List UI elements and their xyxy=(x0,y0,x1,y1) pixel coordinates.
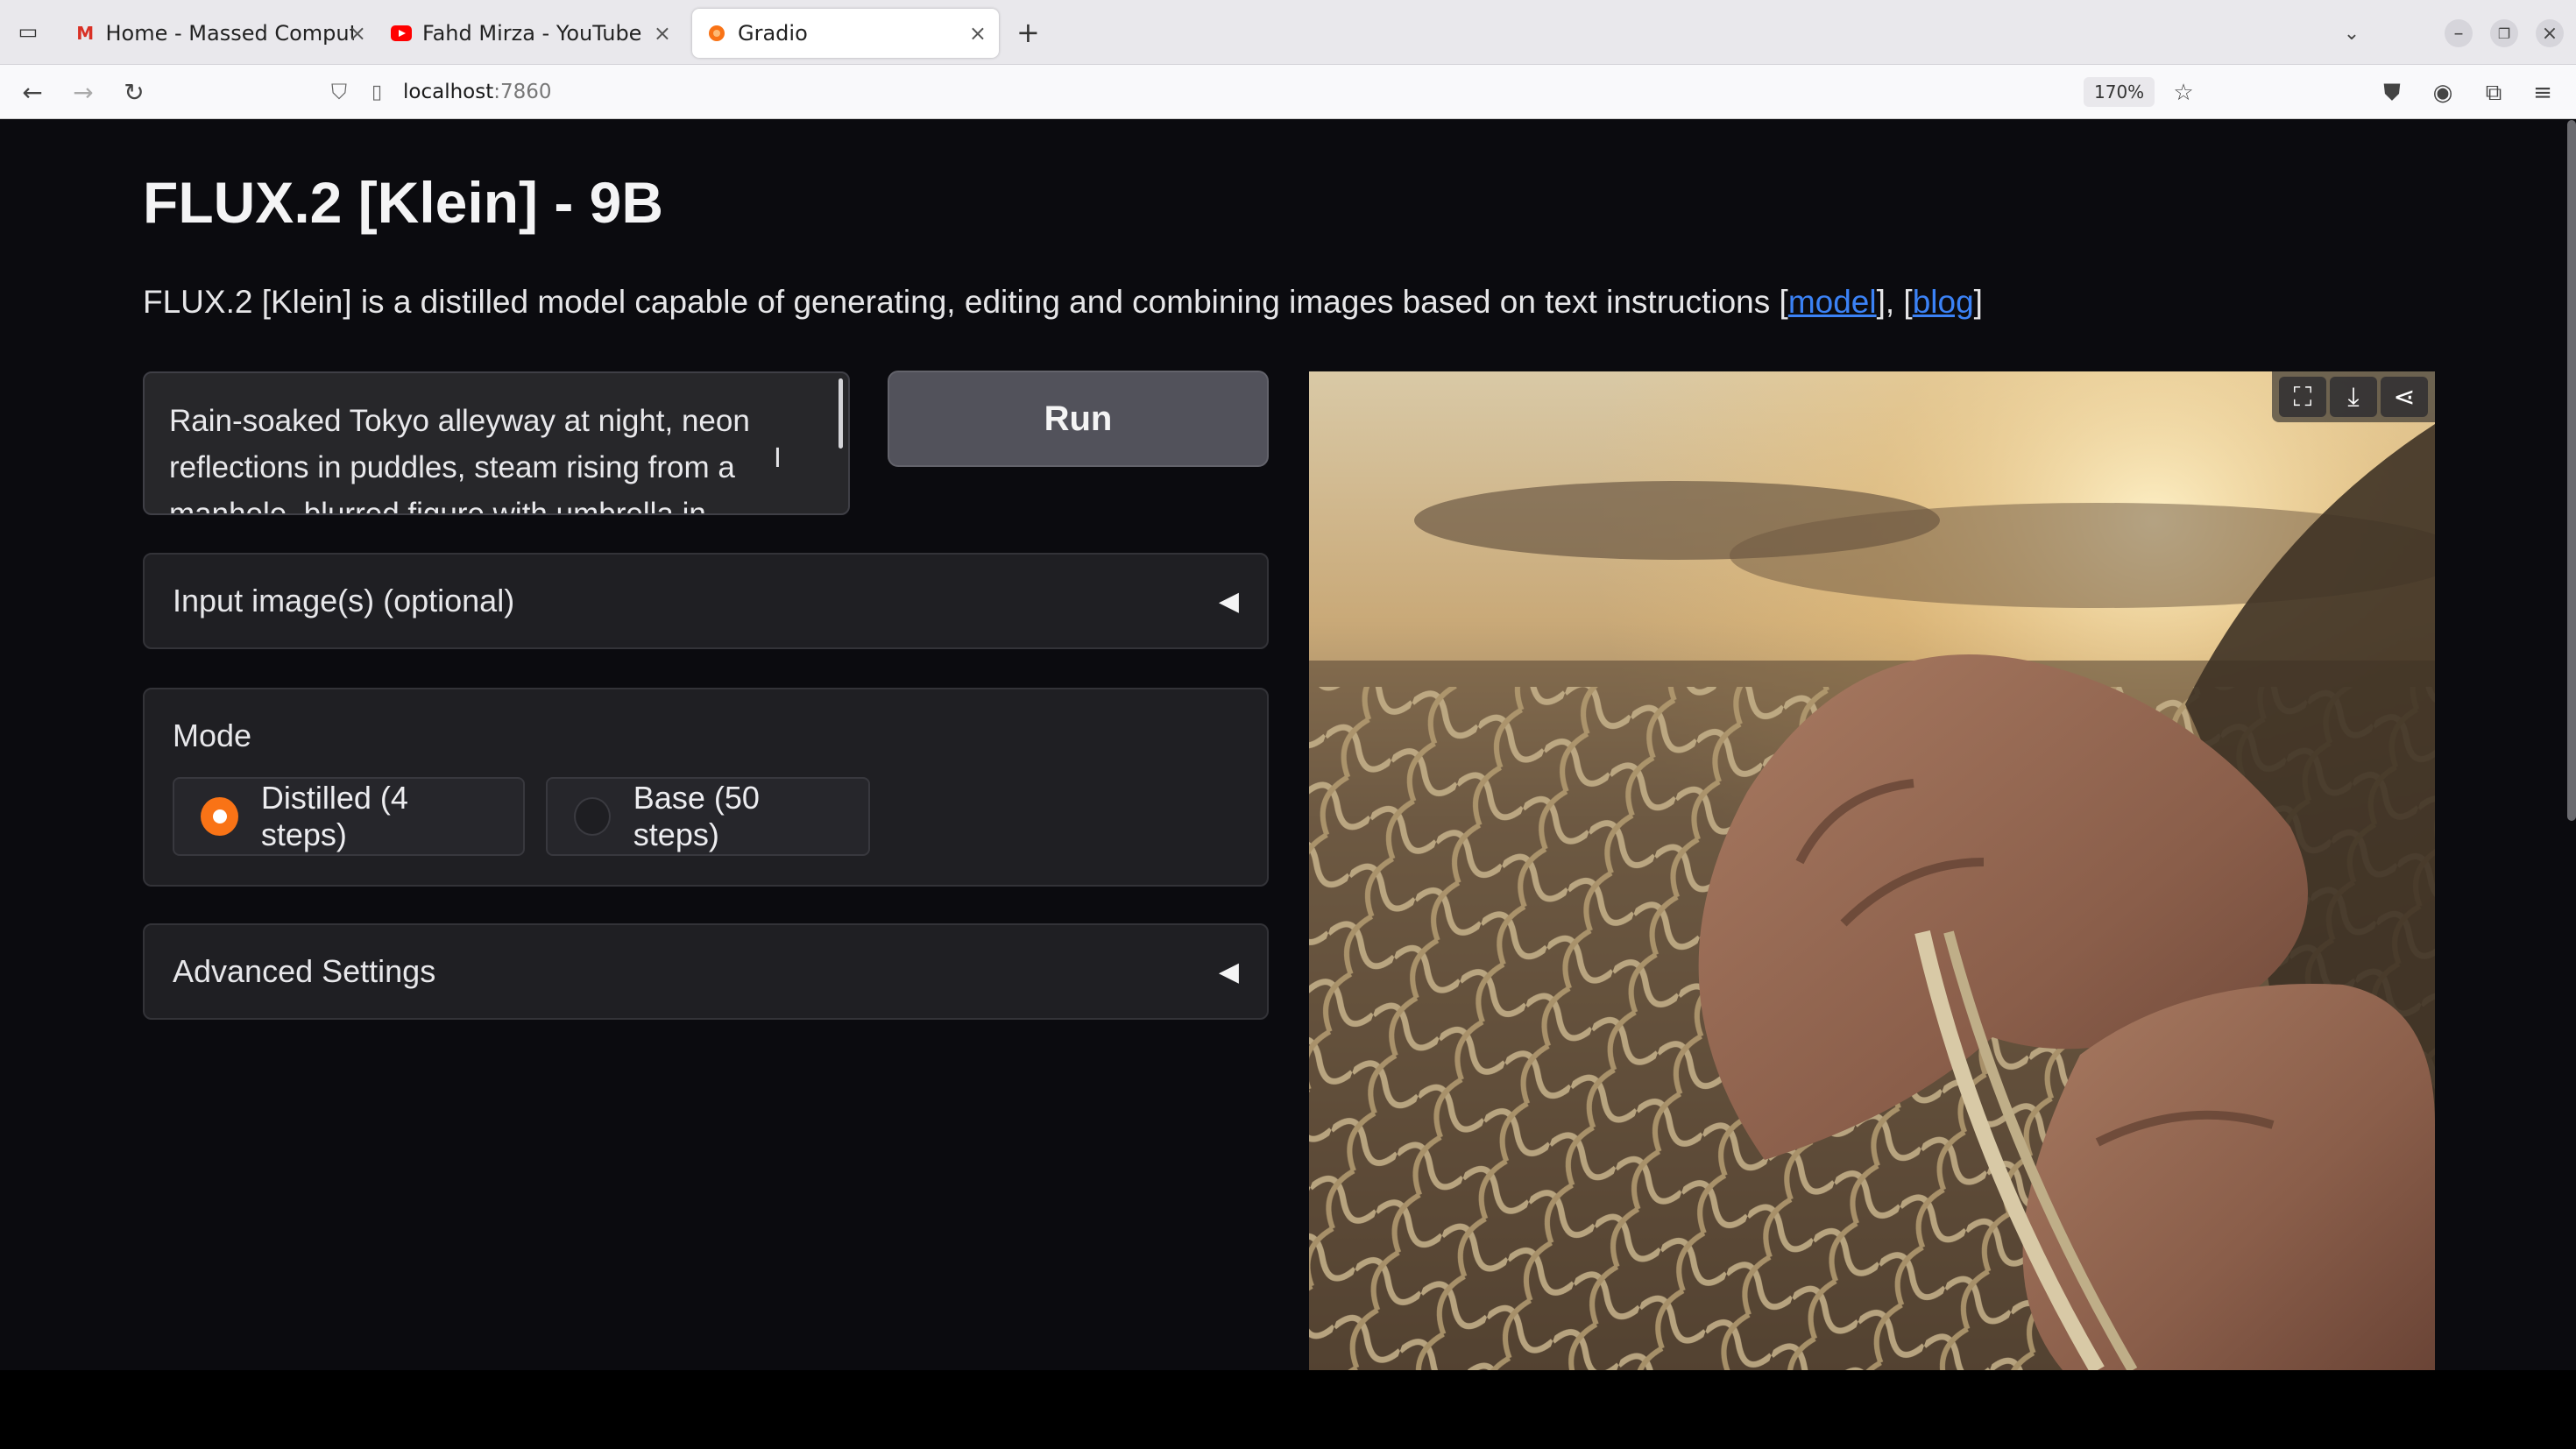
minimize-icon[interactable]: – xyxy=(2445,19,2473,47)
accordion-label: Advanced Settings xyxy=(173,953,436,989)
share-icon[interactable]: ⋖ xyxy=(2381,377,2428,417)
letterbox-bar xyxy=(0,1370,2576,1449)
accordion-label: Input image(s) (optional) xyxy=(173,583,515,618)
output-image[interactable]: ⛶ ⤓ ⋖ xyxy=(1309,371,2435,1370)
youtube-icon xyxy=(391,23,412,44)
bookmark-star-icon[interactable]: ☆ xyxy=(2168,77,2199,109)
radio-selected-icon xyxy=(201,797,238,836)
page-description: FLUX.2 [Klein] is a distilled model capa… xyxy=(143,284,1983,321)
fullscreen-icon[interactable]: ⛶ xyxy=(2279,377,2326,417)
prompt-textarea[interactable]: Rain-soaked Tokyo alleyway at night, neo… xyxy=(143,371,850,515)
text-cursor-icon: I xyxy=(774,443,782,474)
forward-icon[interactable]: → xyxy=(67,75,100,109)
close-icon[interactable]: × xyxy=(654,21,671,46)
browser-window: ▭ M Home - Massed Compute × Fahd Mirza -… xyxy=(0,0,2576,1370)
mode-option-base[interactable]: Base (50 steps) xyxy=(546,777,870,856)
run-button[interactable]: Run xyxy=(888,371,1269,467)
page-info-icon[interactable]: ▯ xyxy=(372,81,382,103)
mode-label: Mode xyxy=(173,717,252,753)
collapse-arrow-icon: ◀ xyxy=(1218,957,1239,986)
tab-gradio[interactable]: Gradio × xyxy=(692,9,999,58)
image-toolbar: ⛶ ⤓ ⋖ xyxy=(2272,371,2435,422)
url-bar[interactable]: ⛉ ▯ localhost:7860 xyxy=(324,72,2182,112)
tab-title: Home - Massed Compute xyxy=(105,21,355,46)
back-icon[interactable]: ← xyxy=(16,75,49,109)
description-text: FLUX.2 [Klein] is a distilled model capa… xyxy=(143,284,1788,320)
input-images-accordion[interactable]: Input image(s) (optional) ◀ xyxy=(143,553,1269,649)
prompt-scrollbar[interactable] xyxy=(839,378,843,449)
download-icon[interactable]: ⤓ xyxy=(2330,377,2377,417)
gradio-page: FLUX.2 [Klein] - 9B FLUX.2 [Klein] is a … xyxy=(0,120,2576,1370)
gradio-icon xyxy=(706,23,727,44)
description-text: ], [ xyxy=(1876,284,1913,320)
tab-list-icon[interactable]: ▭ xyxy=(12,16,44,47)
gmail-m-icon: M xyxy=(76,23,95,44)
close-window-icon[interactable]: × xyxy=(2536,19,2564,47)
prompt-value: Rain-soaked Tokyo alleyway at night, neo… xyxy=(169,404,750,515)
radio-unselected-icon xyxy=(574,797,611,836)
blog-link[interactable]: blog xyxy=(1913,284,1974,320)
tab-overflow-chevron-icon[interactable]: ⌄ xyxy=(2338,19,2366,47)
radio-label: Base (50 steps) xyxy=(633,780,760,852)
restore-icon[interactable]: ❐ xyxy=(2490,19,2518,47)
url-port: :7860 xyxy=(493,81,552,103)
advanced-settings-accordion[interactable]: Advanced Settings ◀ xyxy=(143,923,1269,1020)
shield-icon[interactable]: ⛉ xyxy=(331,80,347,104)
radio-label: Distilled (4 steps) xyxy=(260,780,408,852)
url-text: localhost:7860 xyxy=(403,81,552,103)
url-host: localhost xyxy=(403,81,494,103)
tab-title: Gradio xyxy=(738,21,808,46)
description-text: ] xyxy=(1973,284,1983,320)
mode-radio-group: Mode Distilled (4 steps) Base (50 steps) xyxy=(143,688,1269,887)
account-icon[interactable]: ◉ xyxy=(2427,77,2459,109)
close-icon[interactable]: × xyxy=(969,21,987,46)
tab-massed-compute[interactable]: M Home - Massed Compute × xyxy=(61,9,368,58)
new-tab-icon[interactable]: + xyxy=(1016,16,1040,49)
page-scrollbar[interactable] xyxy=(2567,120,2576,821)
close-icon[interactable]: × xyxy=(349,21,366,46)
collapse-arrow-icon: ◀ xyxy=(1218,586,1239,616)
tab-bar: ▭ M Home - Massed Compute × Fahd Mirza -… xyxy=(0,0,2576,65)
pocket-icon[interactable]: ⛊ xyxy=(2376,77,2408,109)
menu-icon[interactable]: ≡ xyxy=(2527,77,2558,109)
page-title: FLUX.2 [Klein] - 9B xyxy=(143,170,664,235)
mode-option-distilled[interactable]: Distilled (4 steps) xyxy=(173,777,525,856)
tab-youtube[interactable]: Fahd Mirza - YouTube × xyxy=(377,9,683,58)
generated-image-illustration xyxy=(1309,371,2435,1370)
reload-icon[interactable]: ↻ xyxy=(117,75,151,109)
zoom-level[interactable]: 170% xyxy=(2084,77,2155,107)
model-link[interactable]: model xyxy=(1788,284,1877,320)
tab-title: Fahd Mirza - YouTube xyxy=(422,21,642,46)
extensions-icon[interactable]: ⧉ xyxy=(2478,77,2509,109)
